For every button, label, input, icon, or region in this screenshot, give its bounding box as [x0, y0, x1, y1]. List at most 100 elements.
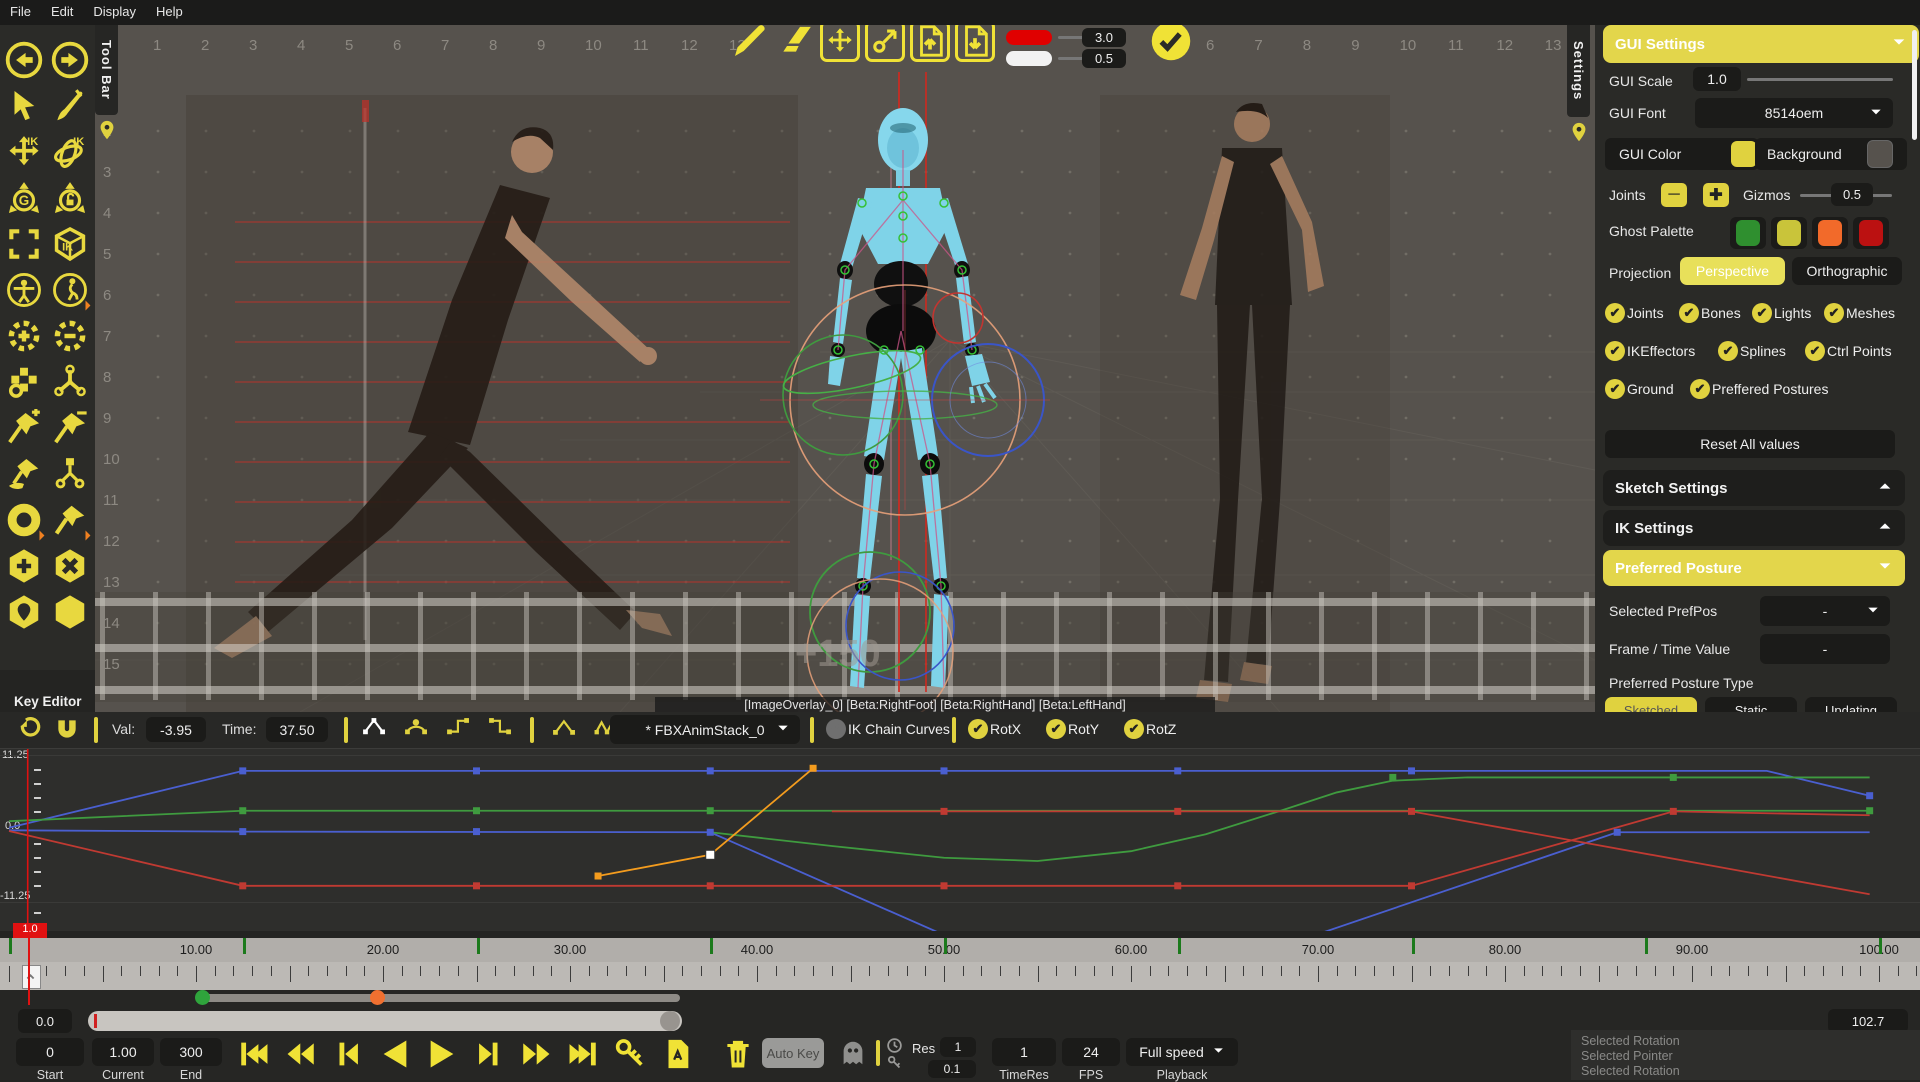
play-reverse-button[interactable]: [377, 1037, 417, 1071]
gui-settings-header[interactable]: GUI Settings: [1603, 25, 1919, 63]
checkbox[interactable]: ✔: [1605, 303, 1625, 323]
ghost-color-swatch[interactable]: [1859, 220, 1883, 246]
frame-time-value[interactable]: -: [1760, 634, 1890, 664]
keyframe[interactable]: [473, 882, 480, 889]
menu-file[interactable]: File: [0, 0, 41, 23]
tangent-step-down-button[interactable]: [486, 717, 518, 743]
stroke-alpha-value[interactable]: 0.5: [1082, 49, 1126, 68]
ik-settings-header[interactable]: IK Settings: [1603, 510, 1905, 546]
toggle-joints[interactable]: ✔Joints: [1605, 303, 1664, 323]
keyframe[interactable]: [473, 767, 480, 774]
preferred-posture-header[interactable]: Preferred Posture: [1603, 550, 1905, 586]
keyframe[interactable]: [810, 765, 817, 772]
background-swatch[interactable]: [1867, 140, 1893, 168]
range-end-handle[interactable]: [370, 990, 385, 1005]
keyframe[interactable]: [707, 807, 714, 814]
keyframe[interactable]: [707, 882, 714, 889]
keyframe[interactable]: [1408, 767, 1415, 774]
projection-perspective[interactable]: Perspective: [1680, 257, 1785, 285]
start-frame-input[interactable]: 0: [16, 1038, 84, 1066]
keyframe[interactable]: [239, 767, 246, 774]
ghost-color-swatch[interactable]: [1777, 220, 1801, 246]
gui-scale-value[interactable]: 1.0: [1693, 67, 1741, 91]
gui-font-dropdown[interactable]: 8514oem: [1695, 98, 1893, 128]
keyframe[interactable]: [1174, 808, 1181, 815]
keyframe[interactable]: [239, 807, 246, 814]
frame-marker-icon[interactable]: [22, 965, 41, 989]
ik-cube-tool-button[interactable]: IK: [49, 223, 91, 265]
keyframe[interactable]: [707, 767, 714, 774]
gui-color-swatch[interactable]: [1731, 141, 1757, 167]
keyframe[interactable]: [1614, 829, 1621, 836]
keyframe[interactable]: [1408, 808, 1415, 815]
redo-tool-button[interactable]: [49, 39, 91, 81]
ghost-mode-icon[interactable]: [838, 1037, 868, 1069]
gravity-tool-button[interactable]: G: [3, 177, 45, 219]
pin-tool-button[interactable]: [49, 499, 91, 541]
pencil-button[interactable]: [730, 20, 770, 62]
anim-stack-dropdown[interactable]: * FBXAnimStack_0: [610, 715, 800, 744]
checkbox[interactable]: ✔: [1605, 379, 1625, 399]
toggle-ctrl-points[interactable]: ✔Ctrl Points: [1805, 341, 1892, 361]
tangent-triangle-button[interactable]: [360, 717, 392, 743]
skip-start-button[interactable]: [236, 1037, 276, 1071]
pin-add-tool-button[interactable]: [3, 407, 45, 449]
ghost-color-swatch[interactable]: [1736, 220, 1760, 246]
current-frame-input[interactable]: 1.00: [92, 1038, 154, 1066]
end-frame-input[interactable]: 300: [160, 1038, 222, 1066]
timeres-input[interactable]: 1: [992, 1038, 1056, 1066]
res-value[interactable]: 1: [940, 1037, 976, 1057]
stroke-width-value[interactable]: 3.0: [1082, 28, 1126, 47]
reset-all-button[interactable]: Reset All values: [1605, 430, 1895, 458]
eraser-button[interactable]: [775, 20, 815, 62]
chain-add-tool-button[interactable]: [3, 315, 45, 357]
toggle-lights[interactable]: ✔Lights: [1752, 303, 1811, 323]
gizmos-value[interactable]: 0.5: [1831, 183, 1873, 206]
pin-remove-tool-button[interactable]: [49, 407, 91, 449]
tangent-circle-button[interactable]: [402, 717, 434, 743]
map-pin-icon[interactable]: [1568, 120, 1590, 146]
posture-type-sketched[interactable]: Sketched: [1605, 697, 1697, 712]
chain-remove-tool-button[interactable]: [49, 315, 91, 357]
trash-button[interactable]: [720, 1037, 760, 1071]
keyframe[interactable]: [239, 882, 246, 889]
keyframe[interactable]: [595, 873, 602, 880]
toggle-splines[interactable]: ✔Splines: [1718, 341, 1786, 361]
curve-selected-curve[interactable]: [598, 768, 813, 876]
settings-tab[interactable]: Settings: [1567, 25, 1590, 117]
tangent-step-up-button[interactable]: [444, 717, 476, 743]
curve-roty-flat[interactable]: [9, 811, 1870, 821]
posture-type-static[interactable]: Static: [1705, 697, 1797, 712]
keyframe[interactable]: [1174, 882, 1181, 889]
frame-selection-tool-button[interactable]: [3, 223, 45, 265]
confirm-check-icon[interactable]: [1150, 20, 1192, 62]
toggle-bones[interactable]: ✔Bones: [1679, 303, 1741, 323]
skip-end-button[interactable]: [565, 1037, 605, 1071]
toggle-preffered-postures[interactable]: ✔Preffered Postures: [1690, 379, 1828, 399]
scrollbar-handle[interactable]: [660, 1011, 680, 1031]
curve-rotz-mid[interactable]: [832, 811, 1870, 894]
hex-delete-tool-button[interactable]: [49, 545, 91, 587]
stroke-color-red[interactable]: [1006, 30, 1052, 45]
map-pin-icon[interactable]: [96, 118, 118, 144]
tool-bar-tab[interactable]: Tool Bar: [95, 25, 118, 115]
checkbox[interactable]: ✔: [1124, 719, 1144, 739]
selected-prefpos-dropdown[interactable]: -: [1760, 596, 1890, 626]
checkbox[interactable]: ✔: [968, 719, 988, 739]
frame-mode-key-icon[interactable]: [886, 1054, 904, 1071]
ik-chain-curves-toggle[interactable]: ✔ IK Chain Curves: [826, 719, 950, 739]
playhead-line[interactable]: [28, 938, 30, 1005]
ik-rotate-tool-button[interactable]: IK: [49, 131, 91, 173]
sketch-settings-header[interactable]: Sketch Settings: [1603, 470, 1905, 506]
toggle-ikeffectors[interactable]: ✔IKEffectors: [1605, 341, 1695, 361]
curve-rotx-lower[interactable]: [9, 830, 1870, 931]
viewport-3d[interactable]: 12345678910111213 678910111213 234567891…: [95, 25, 1595, 712]
hex-solid-tool-button[interactable]: [49, 591, 91, 633]
import-pose-button[interactable]: [910, 20, 950, 62]
toggle-roty[interactable]: ✔RotY: [1046, 719, 1099, 739]
move-button[interactable]: [820, 20, 860, 62]
keyframe[interactable]: [1389, 774, 1396, 781]
select-cursor-tool-button[interactable]: [3, 85, 45, 127]
checkbox[interactable]: ✔: [1605, 341, 1625, 361]
ghost-color-swatch[interactable]: [1818, 220, 1842, 246]
